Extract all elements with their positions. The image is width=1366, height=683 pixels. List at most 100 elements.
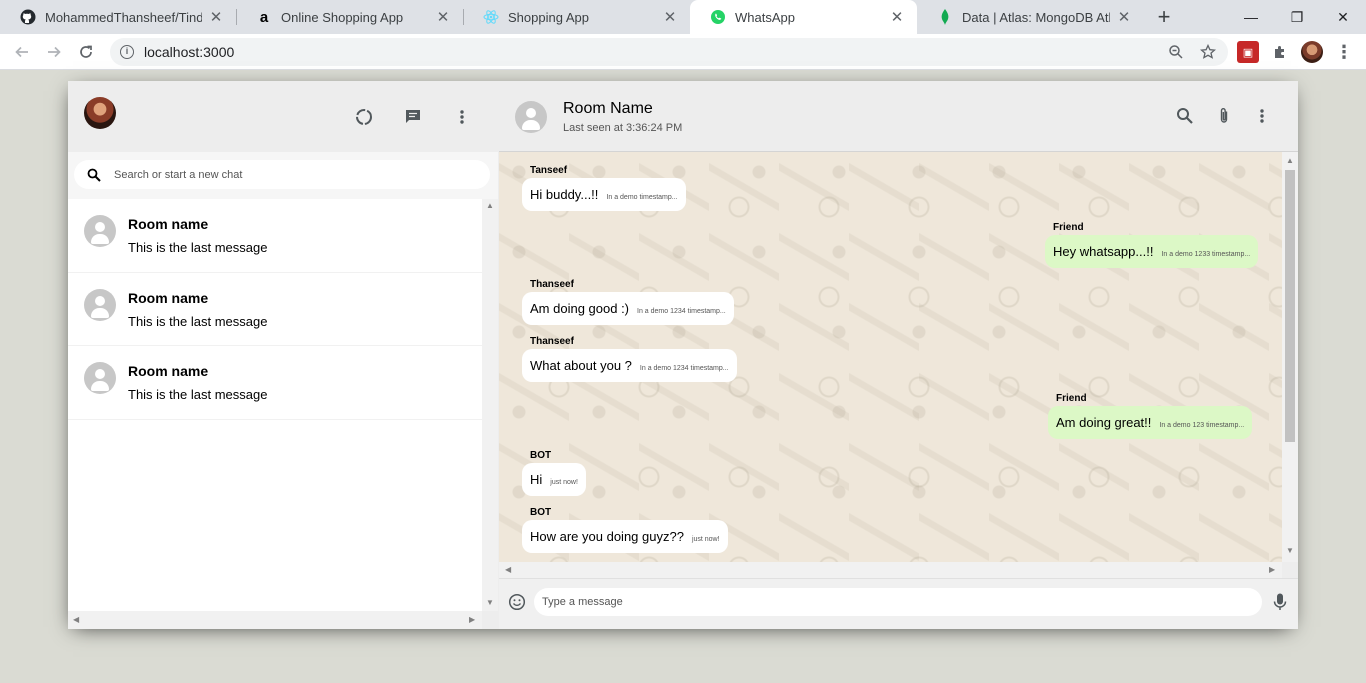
scroll-down-arrow-icon[interactable]: ▼	[1286, 546, 1294, 555]
url-text: localhost:3000	[144, 44, 235, 60]
close-tab-icon[interactable]: ✕	[208, 9, 224, 26]
close-tab-icon[interactable]: ✕	[662, 9, 678, 26]
scroll-right-arrow-icon[interactable]: ▶	[469, 615, 475, 624]
scroll-up-arrow-icon[interactable]: ▲	[486, 201, 494, 210]
close-tab-icon[interactable]: ✕	[1116, 9, 1132, 26]
message-sender: Friend	[1053, 222, 1084, 233]
address-bar[interactable]: i localhost:3000	[110, 38, 1228, 66]
message-sender: Friend	[1056, 393, 1087, 404]
bookmark-star-icon[interactable]	[1197, 41, 1219, 63]
tab-title: MohammedThansheef/Tinder-	[45, 9, 202, 25]
message-timestamp: In a demo 123 timestamp...	[1159, 421, 1245, 429]
search-container	[74, 160, 490, 189]
reload-icon	[80, 45, 92, 58]
browser-tab-whatsapp[interactable]: WhatsApp ✕	[690, 0, 917, 34]
chat-name: Room name	[128, 363, 209, 379]
extension-icon[interactable]: ▣	[1237, 41, 1259, 63]
scroll-left-arrow-icon[interactable]: ◀	[505, 565, 511, 574]
tab-title: Online Shopping App	[281, 9, 404, 25]
message-timestamp: just now!	[691, 535, 720, 543]
browser-tab-strip: MohammedThansheef/Tinder- ✕ a Online Sho…	[0, 0, 1366, 34]
chat-name: Room name	[128, 289, 209, 306]
message-timestamp: just now!	[550, 478, 578, 486]
chat-menu-icon[interactable]	[1250, 104, 1274, 128]
chat-avatar	[84, 215, 116, 247]
microphone-icon[interactable]	[1271, 592, 1289, 612]
message-timestamp: In a demo 1234 timestamp...	[637, 307, 726, 315]
sidebar-vertical-scrollbar[interactable]: ▲ ▼	[482, 199, 498, 611]
message-text: How are you doing guyz??	[530, 529, 684, 544]
sidebar-chat[interactable]: Room name This is the last message	[68, 346, 482, 420]
chat-horizontal-scrollbar[interactable]: ◀ ▶	[499, 562, 1282, 578]
chat-header: Room Name Last seen at 3:36:24 PM	[499, 81, 1298, 152]
last-seen: Last seen at 3:36:24 PM	[563, 122, 683, 134]
message-bubble: Hi buddy...!! In a demo timestamp...	[522, 178, 686, 211]
scroll-right-arrow-icon[interactable]: ▶	[1269, 565, 1275, 574]
message-text: Am doing good :)	[530, 301, 630, 316]
site-info-icon[interactable]: i	[120, 45, 134, 59]
scroll-down-arrow-icon[interactable]: ▼	[486, 598, 494, 607]
chat-vertical-scrollbar[interactable]: ▲ ▼	[1282, 152, 1298, 562]
chat-last-message: This is the last message	[128, 387, 268, 402]
message-sender: Thanseef	[530, 336, 574, 347]
sidebar-chat[interactable]: Room name This is the last message	[68, 273, 482, 346]
scroll-up-arrow-icon[interactable]: ▲	[1286, 156, 1294, 165]
message-timestamp: In a demo 1233 timestamp...	[1161, 250, 1251, 258]
reload-button[interactable]	[73, 39, 99, 65]
browser-tab-github[interactable]: MohammedThansheef/Tinder- ✕	[0, 0, 236, 34]
sidebar-header	[68, 81, 498, 152]
search-chat-icon[interactable]	[1173, 104, 1197, 128]
browser-menu-icon[interactable]: ⋮	[1333, 41, 1355, 63]
message-bubble: Hey whatsapp...!! In a demo 1233 timesta…	[1045, 235, 1259, 268]
message-text: Hey whatsapp...!!	[1053, 244, 1154, 259]
message-sender: Thanseef	[530, 279, 574, 290]
zoom-icon[interactable]	[1165, 41, 1187, 63]
puzzle-extensions-icon[interactable]	[1269, 41, 1291, 63]
new-chat-icon[interactable]	[401, 105, 425, 129]
tab-title: Data | Atlas: MongoDB Atlas	[962, 9, 1110, 25]
profile-avatar[interactable]	[1301, 41, 1323, 63]
mongodb-leaf-icon	[937, 9, 953, 25]
message-timestamp: In a demo timestamp...	[606, 193, 678, 201]
sidebar-horizontal-scrollbar[interactable]: ◀ ▶	[68, 611, 482, 629]
back-button[interactable]	[9, 39, 35, 65]
chat-avatar	[84, 362, 116, 394]
status-icon[interactable]	[352, 105, 376, 129]
user-avatar[interactable]	[84, 97, 116, 129]
chat-name: Room name	[128, 216, 209, 232]
window-close-button[interactable]: ✕	[1320, 0, 1366, 34]
sidebar-chat[interactable]: Room name This is the last message	[68, 199, 482, 273]
room-avatar	[515, 101, 547, 133]
chat-last-message: This is the last message	[128, 313, 268, 329]
browser-tab-mongodb[interactable]: Data | Atlas: MongoDB Atlas ✕	[917, 0, 1144, 34]
tab-title: WhatsApp	[735, 9, 795, 25]
tab-title: Shopping App	[508, 9, 589, 25]
sidebar-search	[68, 152, 498, 199]
message-sender: Tanseef	[530, 165, 568, 176]
attach-file-icon[interactable]	[1212, 104, 1236, 128]
scroll-left-arrow-icon[interactable]: ◀	[73, 615, 79, 624]
whatsapp-icon	[710, 9, 726, 25]
minimize-button[interactable]: —	[1228, 0, 1274, 34]
search-input[interactable]	[114, 168, 474, 181]
scrollbar-thumb[interactable]	[1285, 170, 1295, 442]
chat-last-message: This is the last message	[128, 240, 268, 255]
react-icon	[483, 9, 499, 25]
emoji-icon[interactable]	[508, 593, 526, 611]
forward-button[interactable]	[41, 39, 67, 65]
restore-button[interactable]: ❐	[1274, 0, 1320, 34]
message-input[interactable]	[534, 588, 1262, 616]
browser-tab-shopping[interactable]: Shopping App ✕	[463, 0, 690, 34]
message-text: What about you ?	[530, 358, 632, 373]
arrow-left-icon	[15, 46, 28, 58]
message-bubble: How are you doing guyz?? just now!	[522, 520, 728, 553]
menu-more-icon[interactable]	[450, 105, 474, 129]
new-tab-button[interactable]: +	[1152, 4, 1176, 29]
browser-tab-online-shopping[interactable]: a Online Shopping App ✕	[236, 0, 463, 34]
github-icon	[20, 9, 36, 25]
close-tab-icon[interactable]: ✕	[889, 9, 905, 26]
chat-body: Tanseef Hi buddy...!! In a demo timestam…	[499, 152, 1282, 562]
whatsapp-app: Room name This is the last message Room …	[68, 81, 1298, 629]
chat-footer	[499, 578, 1298, 629]
close-tab-icon[interactable]: ✕	[435, 9, 451, 26]
